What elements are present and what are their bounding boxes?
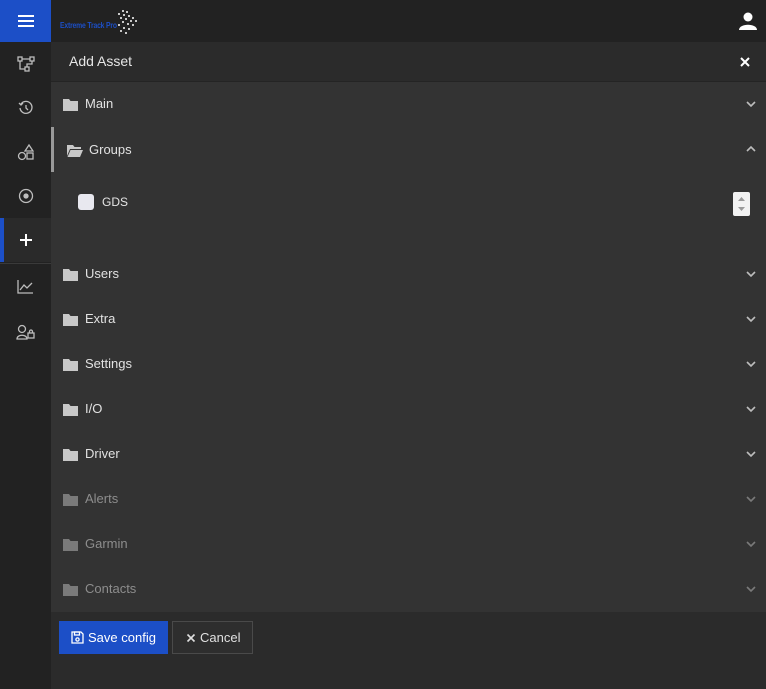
chart-icon (17, 279, 33, 294)
user-lock-icon (16, 324, 35, 340)
save-config-button[interactable]: Save config (59, 621, 168, 654)
section-label: I/O (85, 401, 103, 416)
folder-icon (63, 314, 78, 326)
chevron-down-icon (746, 541, 756, 548)
account-button[interactable] (738, 11, 758, 31)
history-icon (18, 100, 33, 114)
logo-text: Extreme Track Pro (60, 21, 117, 30)
chevron-down-icon (746, 271, 756, 278)
section-io[interactable]: I/O (51, 387, 766, 432)
gds-label: GDS (102, 195, 129, 209)
section-label: Settings (85, 356, 132, 371)
gds-checkbox[interactable] (78, 194, 94, 210)
sidebar-item-shapes[interactable] (0, 130, 51, 174)
cancel-label: Cancel (200, 630, 241, 645)
chevron-down-icon (746, 406, 756, 413)
panel-header: Add Asset (51, 42, 766, 82)
section-label: Users (85, 266, 119, 281)
folder-icon (63, 359, 78, 371)
section-label: Extra (85, 311, 116, 326)
folder-icon (63, 449, 78, 461)
app-root: Extreme Track Pro Add Asset Main Groups … (0, 0, 766, 689)
chevron-down-icon (746, 451, 756, 458)
hamburger-icon (17, 15, 34, 27)
close-icon (186, 633, 196, 642)
chevron-down-icon (746, 101, 756, 108)
chevron-down-icon (746, 496, 756, 503)
section-groups: Groups (51, 127, 766, 245)
save-config-label: Save config (88, 630, 156, 645)
sidebar-item-history[interactable] (0, 86, 51, 130)
sidebar-item-network[interactable] (0, 42, 51, 86)
section-label: Groups (89, 142, 132, 157)
save-icon (71, 631, 84, 644)
sidebar-item-reports[interactable] (0, 264, 51, 308)
section-garmin[interactable]: Garmin (51, 522, 766, 567)
folder-icon (63, 269, 78, 281)
top-bar: Extreme Track Pro (51, 0, 766, 42)
close-icon (740, 57, 750, 67)
folder-open-icon (67, 145, 83, 157)
sidebar-item-add[interactable] (0, 218, 51, 262)
folder-icon (63, 494, 78, 506)
target-icon (18, 188, 33, 204)
sidebar-item-target[interactable] (0, 174, 51, 218)
section-settings[interactable]: Settings (51, 342, 766, 387)
menu-toggle-button[interactable] (0, 0, 51, 42)
section-extra[interactable]: Extra (51, 297, 766, 342)
section-label: Contacts (85, 581, 137, 596)
user-icon (739, 12, 757, 30)
section-label: Main (85, 96, 114, 111)
chevron-down-icon (746, 361, 756, 368)
section-main[interactable]: Main (51, 82, 766, 127)
section-groups-header[interactable]: Groups (51, 127, 766, 172)
folder-icon (63, 539, 78, 551)
page-title: Add Asset (69, 53, 133, 69)
folder-icon (63, 584, 78, 596)
section-alerts[interactable]: Alerts (51, 477, 766, 522)
chevron-down-icon (746, 316, 756, 323)
chevron-down-icon (746, 586, 756, 593)
list-scroll-stepper[interactable] (733, 192, 750, 216)
plus-icon (19, 234, 32, 246)
sidebar-item-user-admin[interactable] (0, 310, 51, 354)
shapes-icon (17, 143, 34, 160)
sidebar (0, 0, 51, 689)
cancel-button[interactable]: Cancel (172, 621, 253, 654)
panel-footer: Save config Cancel (51, 612, 766, 689)
section-driver[interactable]: Driver (51, 432, 766, 477)
section-contacts[interactable]: Contacts (51, 567, 766, 612)
network-icon (16, 56, 35, 72)
section-label: Alerts (85, 491, 119, 506)
section-users[interactable]: Users (51, 252, 766, 297)
close-button[interactable] (738, 55, 752, 69)
section-label: Garmin (85, 536, 128, 551)
app-logo[interactable]: Extreme Track Pro (59, 8, 139, 36)
section-label: Driver (85, 446, 120, 461)
chevron-up-icon (746, 145, 756, 152)
folder-icon (63, 99, 78, 111)
folder-icon (63, 404, 78, 416)
stepper-arrows-icon (738, 197, 745, 211)
